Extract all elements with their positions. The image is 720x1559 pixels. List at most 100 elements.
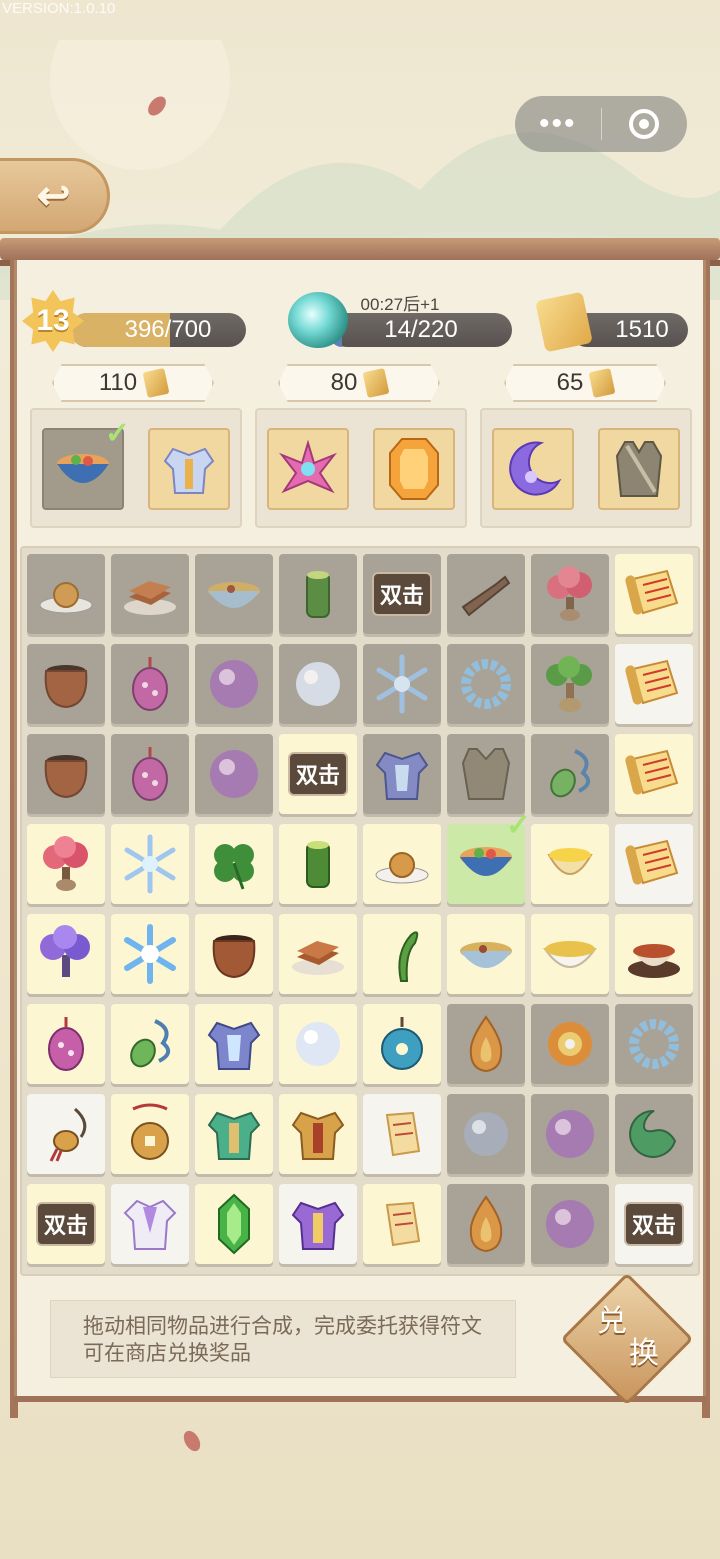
grid-cell[interactable] <box>27 554 105 634</box>
grid-cell[interactable] <box>447 554 525 634</box>
grid-cell[interactable] <box>363 914 441 994</box>
grid-cell[interactable] <box>531 644 609 724</box>
grid-cell[interactable] <box>279 1004 357 1084</box>
grid-cell[interactable] <box>279 554 357 634</box>
order-card-2[interactable] <box>255 408 467 528</box>
grid-cell[interactable] <box>531 1094 609 1174</box>
redeem-label-bottom: 换 <box>629 1336 659 1371</box>
grid-cell[interactable] <box>195 914 273 994</box>
blue-pendant-icon <box>371 1013 433 1075</box>
energy-orb-icon <box>288 292 348 348</box>
grid-cell[interactable] <box>195 1004 273 1084</box>
fire-swirl-icon <box>539 1013 601 1075</box>
pot-icon <box>35 653 97 715</box>
grid-cell[interactable] <box>279 914 357 994</box>
grid-cell[interactable] <box>447 1004 525 1084</box>
grid-cell[interactable] <box>615 644 693 724</box>
pot-icon <box>203 923 265 985</box>
grid-cell[interactable] <box>447 914 525 994</box>
grid-cell[interactable] <box>447 734 525 814</box>
double-click-badge: 双击 <box>371 572 432 616</box>
grid-cell[interactable] <box>195 554 273 634</box>
redeem-label[interactable]: 兑 换 <box>583 1306 673 1370</box>
order-card-1[interactable]: ✓ <box>30 408 242 528</box>
target-icon <box>629 109 660 139</box>
grid-cell[interactable] <box>111 1184 189 1264</box>
grid-cell[interactable] <box>363 644 441 724</box>
scroll-small-icon <box>371 1103 433 1165</box>
scroll-mini-icon <box>588 367 616 399</box>
merge-grid: 双击 双击 ✓ 双击 双击 <box>20 546 700 1276</box>
grid-cell[interactable] <box>615 914 693 994</box>
grid-cell[interactable] <box>27 1094 105 1174</box>
grid-cell[interactable] <box>531 734 609 814</box>
double-click-badge: 双击 <box>623 1202 684 1246</box>
exit-button[interactable] <box>602 96 688 152</box>
order-card-3[interactable] <box>480 408 692 528</box>
grid-cell[interactable]: 双击 <box>363 554 441 634</box>
grid-cell[interactable] <box>363 734 441 814</box>
grid-cell[interactable] <box>195 824 273 904</box>
swirl-back-icon: ↩ <box>36 174 71 218</box>
grid-cell[interactable] <box>111 1094 189 1174</box>
grid-cell[interactable] <box>447 1184 525 1264</box>
soup-icon <box>455 923 517 985</box>
grid-cell[interactable] <box>195 1094 273 1174</box>
grid-cell[interactable] <box>615 824 693 904</box>
grid-cell[interactable] <box>195 734 273 814</box>
grid-cell[interactable] <box>531 914 609 994</box>
pink-pouch-icon <box>119 653 181 715</box>
exp-text: 396/700 <box>124 316 212 343</box>
double-click-badge: 双击 <box>35 1202 96 1246</box>
grid-cell[interactable] <box>111 734 189 814</box>
grid-cell[interactable] <box>531 1004 609 1084</box>
grid-cell[interactable] <box>27 734 105 814</box>
grid-cell[interactable] <box>615 734 693 814</box>
grid-cell[interactable] <box>447 1094 525 1174</box>
sprout-icon <box>371 923 433 985</box>
grid-cell[interactable] <box>531 554 609 634</box>
grid-cell[interactable] <box>615 1094 693 1174</box>
grid-cell[interactable] <box>195 1184 273 1264</box>
grid-cell[interactable] <box>363 1094 441 1174</box>
order-cost-1: 110 <box>52 364 214 402</box>
grid-cell[interactable] <box>195 644 273 724</box>
grid-cell[interactable] <box>363 824 441 904</box>
grid-cell[interactable] <box>279 824 357 904</box>
grid-cell[interactable] <box>27 824 105 904</box>
grid-cell[interactable] <box>111 644 189 724</box>
white-pearl-icon <box>287 653 349 715</box>
grid-cell[interactable] <box>615 1004 693 1084</box>
grid-cell[interactable] <box>27 914 105 994</box>
grid-cell[interactable] <box>111 1004 189 1084</box>
grid-cell[interactable] <box>27 644 105 724</box>
double-click-badge: 双击 <box>287 752 348 796</box>
grid-cell[interactable] <box>447 644 525 724</box>
grid-cell[interactable] <box>615 554 693 634</box>
noodle-bowl-icon: ✓ <box>42 417 130 510</box>
more-menu-button[interactable]: ••• <box>515 96 601 152</box>
grid-cell[interactable]: 双击 <box>27 1184 105 1264</box>
grid-cell[interactable]: ✓ <box>447 809 531 904</box>
grid-cell[interactable] <box>279 1094 357 1174</box>
grid-cell[interactable] <box>111 824 189 904</box>
grid-cell[interactable]: 双击 <box>615 1184 693 1264</box>
grid-cell[interactable] <box>111 554 189 634</box>
grid-cell[interactable] <box>363 1004 441 1084</box>
back-button[interactable]: ↩ <box>0 158 110 234</box>
grid-cell[interactable] <box>363 1184 441 1264</box>
grid-cell[interactable] <box>279 1184 357 1264</box>
grid-cell[interactable] <box>279 644 357 724</box>
order-cost-value: 65 <box>556 369 584 396</box>
red-bowl-icon <box>623 923 685 985</box>
scroll-small-icon <box>371 1193 433 1255</box>
grid-cell[interactable]: 双击 <box>279 734 357 814</box>
jade-swirl-icon <box>623 1103 685 1165</box>
grid-cell[interactable] <box>531 824 609 904</box>
level-number: 13 <box>36 304 70 337</box>
grid-cell[interactable] <box>27 1004 105 1084</box>
grid-cell[interactable] <box>111 914 189 994</box>
exp-bar: 396/700 <box>70 313 246 347</box>
grid-cell[interactable] <box>531 1184 609 1264</box>
white-pearl-icon <box>287 1013 349 1075</box>
